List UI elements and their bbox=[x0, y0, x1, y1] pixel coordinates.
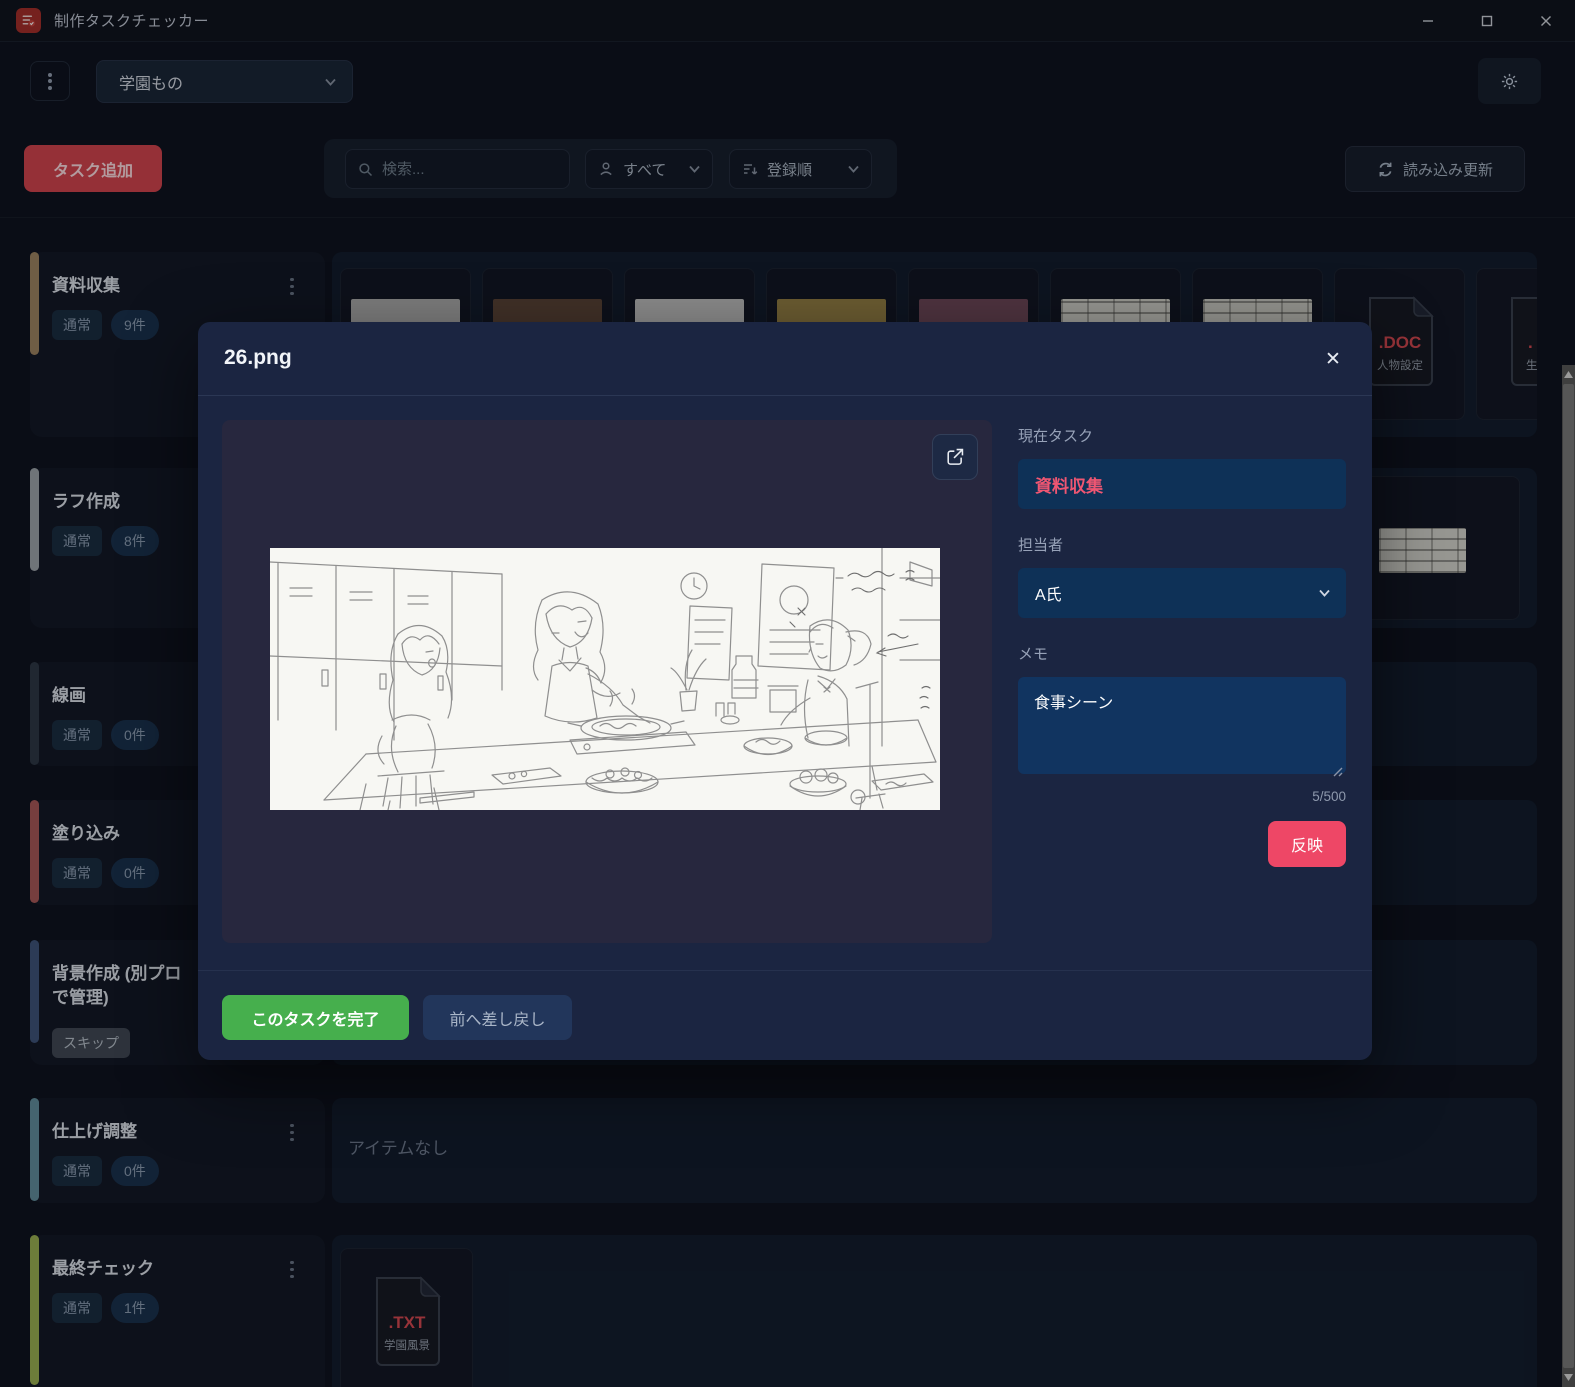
vertical-scrollbar[interactable] bbox=[1562, 365, 1575, 1387]
preview-image-meal-scene-sketch[interactable] bbox=[270, 548, 940, 810]
item-detail-modal: 26.png ✕ 現在タスク 資料収集 担当者 A氏 メモ 食事シーン 5/50… bbox=[198, 322, 1372, 1060]
current-task-label: 現在タスク bbox=[1018, 428, 1094, 445]
resize-grip-icon[interactable] bbox=[1332, 764, 1343, 777]
external-link-icon bbox=[947, 448, 964, 465]
modal-title: 26.png bbox=[224, 346, 292, 369]
modal-footer: このタスクを完了 前へ差し戻し bbox=[198, 970, 1372, 1060]
assignee-select[interactable]: A氏 bbox=[1018, 568, 1346, 618]
chevron-down-icon bbox=[1319, 589, 1330, 597]
memo-label: メモ bbox=[1018, 646, 1049, 663]
assignee-label: 担当者 bbox=[1018, 537, 1064, 554]
assignee-value: A氏 bbox=[1035, 587, 1062, 604]
scroll-up-arrow[interactable] bbox=[1562, 367, 1575, 382]
app-window: 制作タスクチェッカー 学園もの タスク追加 検索... すべて 登録順 読み込み… bbox=[0, 0, 1575, 1387]
complete-task-button[interactable]: このタスクを完了 bbox=[222, 995, 409, 1040]
modal-header: 26.png ✕ bbox=[198, 322, 1372, 396]
apply-button[interactable]: 反映 bbox=[1268, 821, 1346, 867]
modal-close-button[interactable]: ✕ bbox=[1318, 344, 1348, 374]
current-task-value: 資料収集 bbox=[1035, 476, 1103, 496]
scrollbar-thumb[interactable] bbox=[1563, 384, 1574, 1368]
open-external-button[interactable] bbox=[932, 434, 978, 480]
scroll-down-arrow[interactable] bbox=[1562, 1370, 1575, 1385]
char-counter: 5/500 bbox=[1312, 789, 1346, 804]
modal-side-panel: 現在タスク 資料収集 担当者 A氏 メモ 食事シーン 5/500 反映 bbox=[1018, 425, 1346, 867]
memo-textarea[interactable]: 食事シーン bbox=[1018, 677, 1346, 774]
send-back-button[interactable]: 前へ差し戻し bbox=[423, 995, 572, 1040]
image-preview-panel bbox=[222, 420, 992, 943]
current-task-box: 資料収集 bbox=[1018, 459, 1346, 509]
